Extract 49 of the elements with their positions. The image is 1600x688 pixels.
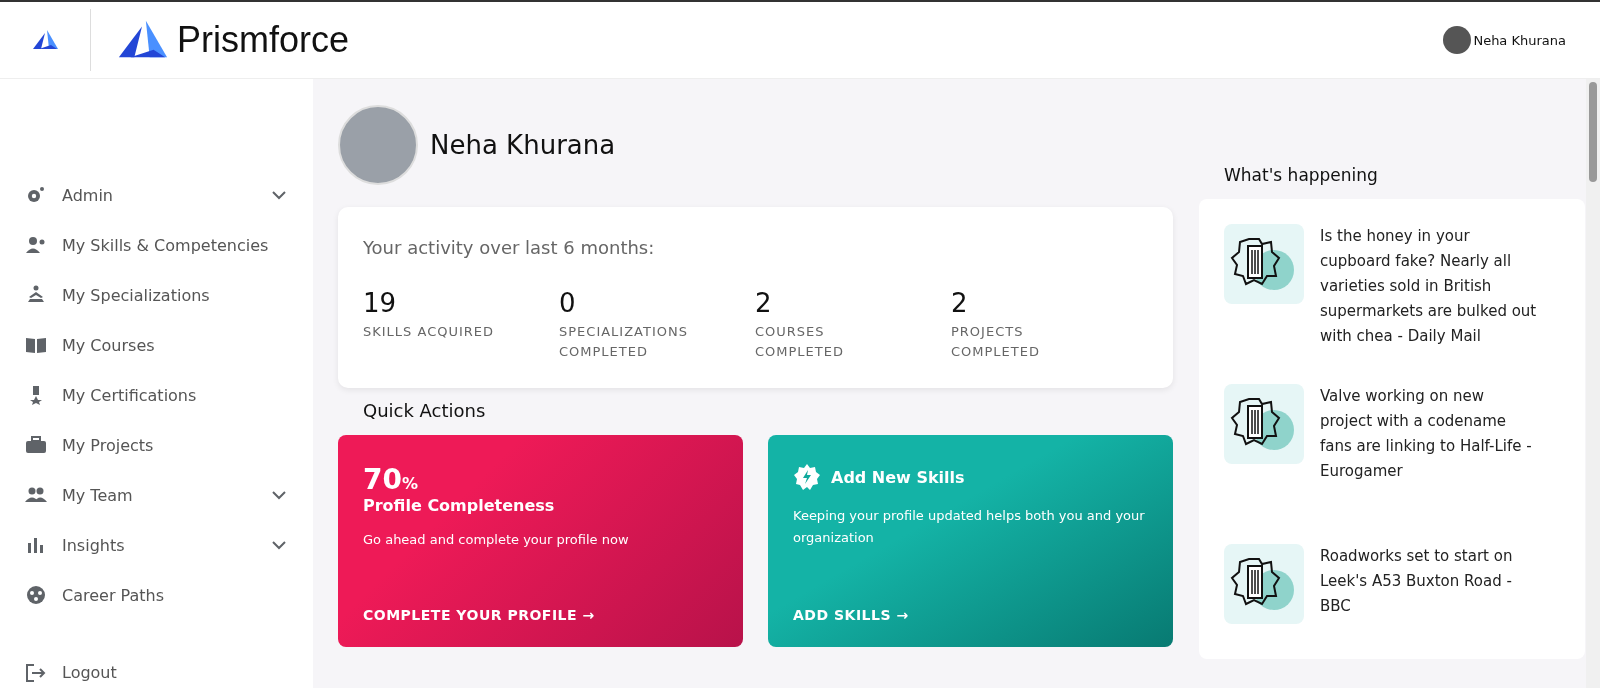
card-action-link[interactable]: COMPLETE YOUR PROFILE → (363, 607, 718, 623)
triangle-logo-icon (31, 29, 59, 51)
news-headline[interactable]: Roadworks set to start on Leek's A53 Buxton Road - BBC (1320, 544, 1540, 659)
stat-value: 19 (363, 288, 398, 318)
sidebar-item[interactable]: Career Paths (0, 574, 313, 616)
profile-name: Neha Khurana (430, 130, 616, 160)
book-icon (25, 335, 47, 355)
stat-value: 2 (755, 288, 773, 318)
stat-value: 2 (951, 288, 969, 318)
stat-label: COURSES COMPLETED (755, 323, 845, 361)
building-gear-icon (1224, 544, 1304, 624)
section-title: Quick Actions (362, 399, 487, 423)
card-title: Add New Skills (831, 467, 965, 487)
news-headline[interactable]: Is the honey in your cupboard fake? Nearly all varieties sold in British supermarkets are bulked out with chea - Daily Mail (1320, 224, 1540, 354)
stat-value: 0 (559, 288, 577, 318)
compass-icon (25, 585, 47, 605)
sidebar-item[interactable]: Admin (0, 174, 313, 216)
skills-icon (25, 235, 47, 255)
sidebar-item[interactable]: My Courses (0, 324, 313, 366)
logout-link[interactable]: Logout (0, 656, 313, 688)
news-headline[interactable]: Valve working on new project with a codename fans are linking to Half-Life - Eurogamer (1320, 384, 1540, 514)
sidebar-item[interactable]: My Certifications (0, 374, 313, 416)
brand-name: Prismforce (177, 19, 350, 61)
card-text: Keeping your profile updated helps both you and your organization (793, 507, 1146, 547)
team-icon (25, 485, 47, 505)
avatar-circle[interactable] (1443, 26, 1472, 54)
user-name[interactable]: Neha Khurana (1473, 32, 1566, 48)
sidebar-item[interactable]: My Team (0, 474, 313, 516)
card-text: Go ahead and complete your profile now (363, 531, 630, 549)
sidebar-item[interactable]: My Skills & Competencies (0, 224, 313, 266)
stat-label: SKILLS ACQUIRED (363, 323, 496, 341)
section-title: What's happening (1223, 164, 1379, 187)
logout-icon (25, 662, 47, 683)
briefcase-icon (25, 435, 47, 455)
sidebar-item[interactable]: Insights (0, 524, 313, 566)
person-icon (25, 285, 47, 305)
stat-label: PROJECTS COMPLETED (951, 323, 1041, 361)
stat-label: SPECIALIZATIONS COMPLETED (559, 323, 689, 361)
scrollbar-thumb[interactable] (1589, 82, 1597, 182)
activity-title: Your activity over last 6 months: (363, 237, 656, 258)
lightning-badge-icon (793, 463, 821, 491)
gear-icon (25, 185, 47, 205)
building-gear-icon (1224, 224, 1304, 304)
sidebar-item[interactable]: My Specializations (0, 274, 313, 316)
scrollbar[interactable] (1586, 79, 1600, 688)
sidebar-item[interactable]: My Projects (0, 424, 313, 466)
card-title: Profile Completeness (363, 496, 556, 515)
building-gear-icon (1224, 384, 1304, 464)
completeness-percent: 70% (363, 463, 419, 496)
